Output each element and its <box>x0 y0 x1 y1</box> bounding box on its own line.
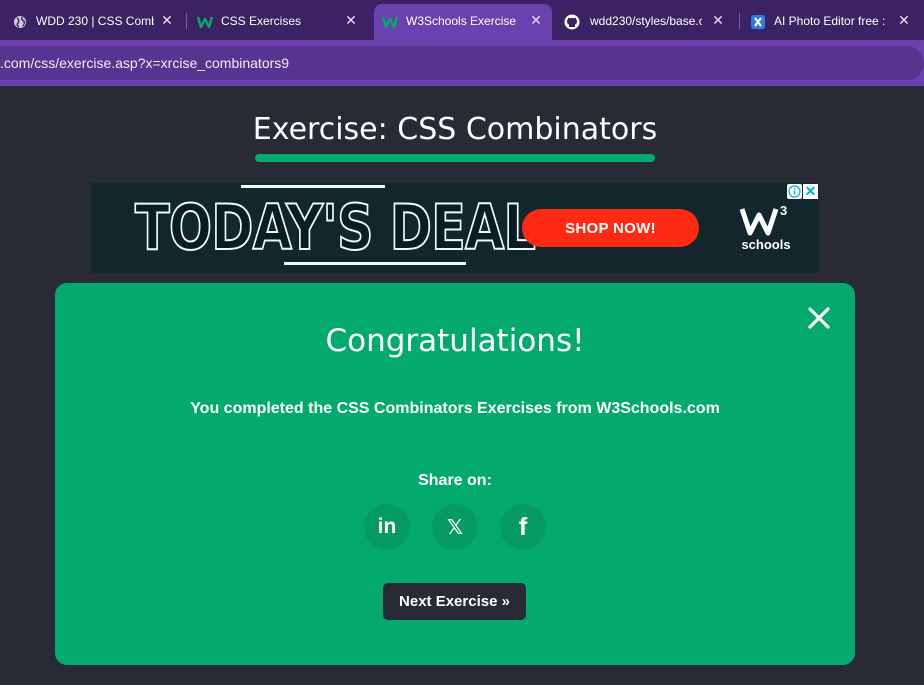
url-text: .com/css/exercise.asp?x=xrcise_combinato… <box>0 55 290 71</box>
share-x-button[interactable]: 𝕏 <box>432 504 478 550</box>
tab-close-button[interactable]: ✕ <box>343 12 359 28</box>
tab-ai-photo-editor[interactable]: AI Photo Editor free : ✕ <box>742 4 924 40</box>
congratulations-modal: Congratulations! You completed the CSS C… <box>55 283 855 665</box>
advertisement-banner[interactable]: TODAY'S DEAL SHOP NOW! 3 schools ✕ <box>91 183 819 273</box>
browser-toolbar: .com/css/exercise.asp?x=xrcise_combinato… <box>0 40 924 86</box>
ad-headline: TODAY'S DEAL <box>134 191 537 264</box>
photo-editor-icon <box>750 14 766 30</box>
next-exercise-button[interactable]: Next Exercise » <box>383 583 526 620</box>
address-bar[interactable]: .com/css/exercise.asp?x=xrcise_combinato… <box>0 46 924 80</box>
tab-close-button[interactable]: ✕ <box>710 12 726 28</box>
tab-separator <box>739 13 740 29</box>
share-label: Share on: <box>418 472 492 489</box>
share-facebook-button[interactable]: f <box>500 504 546 550</box>
tab-css-exercises[interactable]: CSS Exercises ✕ <box>189 4 369 40</box>
logo-superscript: 3 <box>780 203 787 218</box>
w3schools-logo: 3 schools <box>736 203 796 255</box>
w3-logo-mark: 3 <box>739 203 787 236</box>
tab-label: CSS Exercises <box>221 14 302 28</box>
share-linkedin-button[interactable]: in <box>364 504 410 550</box>
linkedin-icon: in <box>377 515 397 538</box>
ad-info-icon[interactable] <box>787 184 802 199</box>
tab-label: W3Schools Exercise <box>406 14 517 28</box>
tab-close-button[interactable]: ✕ <box>528 12 544 28</box>
title-underline <box>255 154 655 162</box>
tab-label: WDD 230 | CSS Comb <box>36 14 154 28</box>
tab-wdd230[interactable]: WDD 230 | CSS Comb ✕ <box>4 4 184 40</box>
tab-close-button[interactable]: ✕ <box>896 12 912 28</box>
shop-now-button[interactable]: SHOP NOW! <box>522 209 699 247</box>
tab-github-base-css[interactable]: wdd230/styles/base.c ✕ <box>556 4 736 40</box>
ad-close-icon[interactable]: ✕ <box>803 183 818 199</box>
page-title: Exercise: CSS Combinators <box>252 112 658 147</box>
tab-label: AI Photo Editor free : <box>774 14 886 28</box>
completion-message: You completed the CSS Combinators Exerci… <box>190 400 720 417</box>
tab-w3schools-exercise[interactable]: W3Schools Exercise ✕ <box>374 4 552 40</box>
x-icon: 𝕏 <box>446 515 464 539</box>
w3schools-icon <box>197 14 213 30</box>
logo-text: schools <box>741 237 791 252</box>
w3schools-icon <box>382 14 398 30</box>
modal-title: Congratulations! <box>325 323 585 359</box>
facebook-icon: f <box>518 512 528 541</box>
tab-label: wdd230/styles/base.c <box>590 14 702 28</box>
tab-separator <box>186 13 187 29</box>
globe-icon <box>12 14 28 30</box>
github-icon <box>564 14 580 30</box>
browser-tab-strip: WDD 230 | CSS Comb ✕ CSS Exercises ✕ W3S… <box>0 0 924 40</box>
tab-close-button[interactable]: ✕ <box>159 12 175 28</box>
ad-decor-line <box>241 185 385 188</box>
